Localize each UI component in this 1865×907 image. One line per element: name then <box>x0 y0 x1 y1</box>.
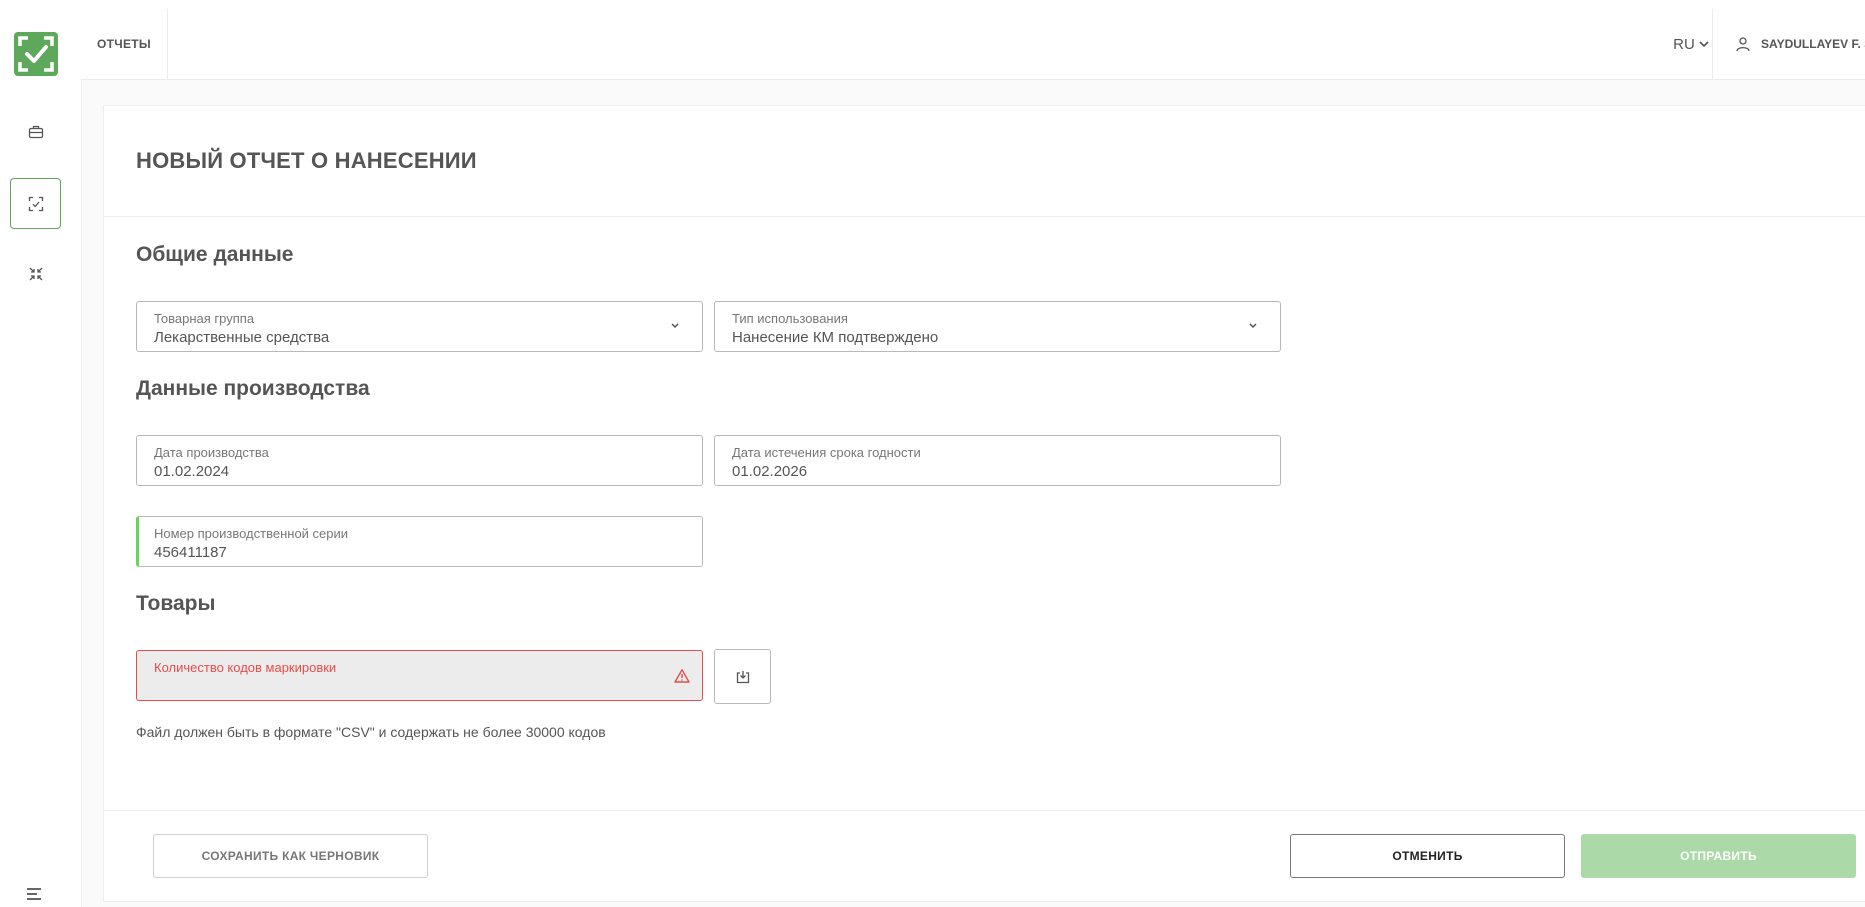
briefcase-icon <box>28 125 43 138</box>
cancel-button[interactable]: ОТМЕНИТЬ <box>1290 834 1565 878</box>
field-label: Дата истечения срока годности <box>732 445 921 460</box>
menu-icon <box>27 888 41 900</box>
file-format-hint: Файл должен быть в формате "CSV" и содер… <box>136 724 606 740</box>
sidebar-item-products[interactable] <box>10 106 61 157</box>
warning-icon <box>674 669 690 683</box>
logo-icon <box>18 36 54 72</box>
expiry-date-field[interactable]: Дата истечения срока годности 01.02.2026 <box>714 435 1281 486</box>
tab-reports[interactable]: ОТЧЕТЫ <box>81 9 168 79</box>
section-title-goods: Товары <box>136 592 216 615</box>
field-value: 01.02.2024 <box>154 463 230 480</box>
user-name: SAYDULLAYEV F. S <box>1761 37 1865 51</box>
user-icon <box>1736 37 1750 52</box>
divider <box>104 810 1865 811</box>
save-draft-button[interactable]: СОХРАНИТЬ КАК ЧЕРНОВИК <box>153 834 428 878</box>
field-label: Дата производства <box>154 445 269 460</box>
upload-file-button[interactable] <box>714 649 771 704</box>
page-title: НОВЫЙ ОТЧЕТ О НАНЕСЕНИИ <box>136 148 477 173</box>
top-header: ОТЧЕТЫ RU SAYDULLAYEV F. S <box>81 9 1865 80</box>
aggregation-icon <box>29 267 42 280</box>
section-title-general: Общие данные <box>136 243 294 266</box>
field-value: 456411187 <box>154 544 227 561</box>
scan-check-icon <box>28 196 43 211</box>
sidebar-item-reports[interactable] <box>10 178 61 229</box>
download-tray-icon <box>736 670 749 683</box>
send-button[interactable]: ОТПРАВИТЬ <box>1581 834 1856 878</box>
field-value: 01.02.2026 <box>732 463 808 480</box>
field-label: Номер производственной серии <box>154 526 349 541</box>
marking-codes-count-field[interactable]: Количество кодов маркировки <box>136 650 703 701</box>
divider <box>104 216 1865 217</box>
field-value: Лекарственные средства <box>154 329 330 346</box>
app-logo[interactable] <box>14 32 58 76</box>
field-label: Товарная группа <box>154 311 255 326</box>
product-group-select[interactable]: Товарная группа Лекарственные средства <box>136 301 703 352</box>
field-label: Тип использования <box>732 311 848 326</box>
usage-type-select[interactable]: Тип использования Нанесение КМ подтвержд… <box>714 301 1281 352</box>
field-value: Нанесение КМ подтверждено <box>732 329 939 346</box>
section-title-production: Данные производства <box>136 377 370 400</box>
batch-number-field[interactable]: Номер производственной серии 456411187 <box>136 516 703 567</box>
user-menu[interactable]: SAYDULLAYEV F. S <box>1712 9 1865 79</box>
chevron-down-icon <box>1699 41 1709 48</box>
production-date-field[interactable]: Дата производства 01.02.2024 <box>136 435 703 486</box>
field-label: Количество кодов маркировки <box>154 660 337 675</box>
sidebar-item-aggregation[interactable] <box>10 248 61 299</box>
chevron-down-icon <box>1249 323 1257 329</box>
chevron-down-icon <box>671 323 679 329</box>
menu-toggle-button[interactable] <box>26 887 46 907</box>
sidebar <box>0 9 82 907</box>
report-form-card: НОВЫЙ ОТЧЕТ О НАНЕСЕНИИ Общие данные Тов… <box>103 105 1865 902</box>
language-label: RU <box>1673 35 1695 53</box>
